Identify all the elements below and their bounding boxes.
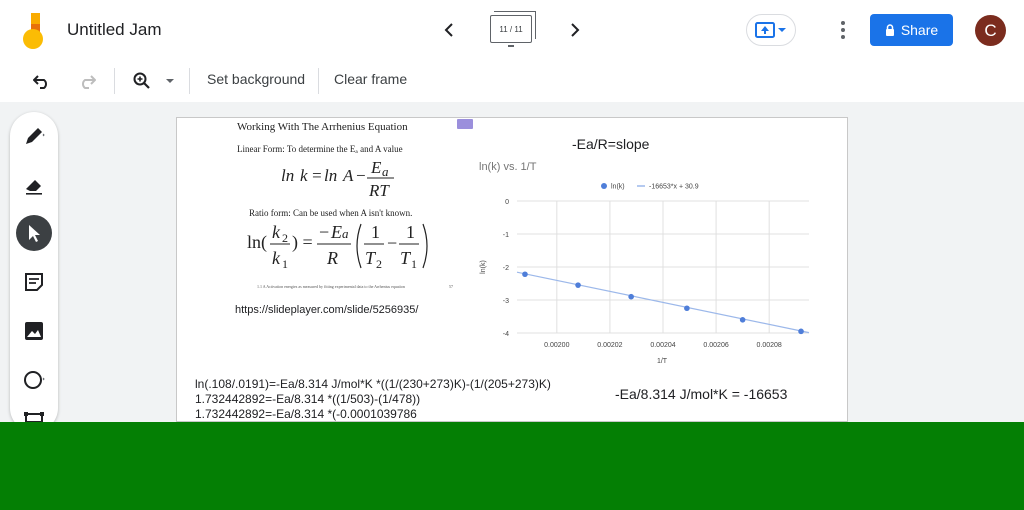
- image-icon[interactable]: [19, 316, 49, 346]
- chart-x-tick-label: 0.00206: [703, 342, 728, 349]
- chart-point: [522, 271, 528, 278]
- clear-frame-button[interactable]: Clear frame: [334, 71, 407, 87]
- svg-text:E: E: [370, 158, 382, 177]
- set-background-button[interactable]: Set background: [207, 71, 305, 87]
- chart-legend-label: ln(k): [611, 184, 625, 191]
- linear-equation: ln k = ln A − Ea RT: [281, 158, 401, 204]
- chevron-left-icon[interactable]: [437, 18, 461, 42]
- calc-line-2[interactable]: 1.732442892=-Ea/8.314 *((1/503)-(1/478)): [195, 392, 420, 406]
- svg-text:a: a: [342, 226, 349, 241]
- present-icon: [755, 22, 775, 38]
- selection-tag[interactable]: [457, 119, 473, 129]
- jam-frame[interactable]: Working With The Arrhenius Equation Line…: [176, 117, 848, 422]
- toolbar-divider: [189, 68, 190, 94]
- chart-y-tick-label: -3: [503, 298, 509, 305]
- toolbar-divider: [114, 68, 115, 94]
- frame-indicator: [508, 45, 514, 47]
- chart-y-tick-label: -1: [503, 232, 509, 239]
- calc-line-1[interactable]: ln(.108/.0191)=-Ea/8.314 J/mol*K *((1/(2…: [195, 377, 551, 391]
- chart-x-tick-label: 0.00202: [597, 342, 622, 349]
- svg-text:k: k: [272, 248, 281, 268]
- chart-title: ln(k) vs. 1/T: [479, 161, 537, 173]
- avatar[interactable]: C: [975, 15, 1006, 46]
- chart-legend-label: -16653*x + 30.9: [649, 184, 699, 191]
- svg-text:k: k: [272, 222, 281, 242]
- screenshot-heading: Working With The Arrhenius Equation: [237, 121, 408, 133]
- svg-text:1: 1: [411, 257, 417, 271]
- eraser-icon[interactable]: [19, 170, 49, 200]
- share-label: Share: [900, 22, 939, 38]
- tool-palette: [10, 112, 58, 432]
- chart-x-tick-label: 0.00208: [757, 342, 782, 349]
- svg-text:R: R: [326, 248, 338, 268]
- chart-point: [739, 317, 746, 323]
- text-box-icon[interactable]: [19, 408, 49, 422]
- chart-x-tick-label: 0.00200: [544, 342, 569, 349]
- share-button[interactable]: Share: [870, 14, 953, 46]
- svg-text:2: 2: [282, 231, 288, 245]
- svg-text:) =: ) =: [292, 232, 313, 253]
- svg-text:ln(: ln(: [247, 232, 267, 253]
- app-title[interactable]: Untitled Jam: [67, 20, 161, 40]
- svg-text:k: k: [300, 166, 308, 185]
- svg-text:−: −: [387, 233, 397, 253]
- frames-icon[interactable]: 11 / 11: [490, 11, 536, 43]
- sticky-note-icon[interactable]: [19, 267, 49, 297]
- linear-form-text: Linear Form: To determine the Eₐ and A v…: [237, 144, 403, 154]
- svg-text:1: 1: [282, 257, 288, 271]
- svg-text:=: =: [311, 166, 322, 185]
- svg-text:−: −: [319, 222, 329, 242]
- toolbar: Set background Clear frame: [0, 60, 1024, 103]
- svg-text:E: E: [330, 222, 342, 242]
- svg-text:2: 2: [376, 257, 382, 271]
- svg-text:a: a: [382, 164, 389, 179]
- chevron-right-icon[interactable]: [563, 18, 587, 42]
- source-url[interactable]: https://slideplayer.com/slide/5256935/: [235, 304, 418, 316]
- green-overlay: [0, 422, 1024, 510]
- redo-icon[interactable]: [75, 69, 99, 93]
- svg-text:ln: ln: [281, 166, 294, 185]
- slope-note[interactable]: -Ea/R=slope: [572, 136, 649, 152]
- toolbar-divider: [318, 68, 319, 94]
- chart-y-tick-label: -2: [503, 265, 509, 272]
- pen-icon[interactable]: [19, 121, 49, 151]
- pasted-screenshot[interactable]: Working With The Arrhenius Equation Line…: [177, 118, 467, 298]
- svg-text:A: A: [342, 166, 354, 185]
- calc-line-3[interactable]: 1.732442892=-Ea/8.314 *(-0.0001039786: [195, 407, 417, 421]
- svg-text:1: 1: [406, 222, 415, 242]
- present-button[interactable]: [746, 14, 796, 46]
- chart-x-tick-label: 0.00204: [650, 342, 675, 349]
- chart-y-axis-label: ln(k): [480, 260, 487, 274]
- screenshot-page-number: 57: [449, 284, 453, 289]
- caret-down-icon: [778, 28, 786, 32]
- chart-point: [628, 293, 634, 300]
- chart-point: [684, 305, 690, 312]
- caret-down-icon[interactable]: [160, 69, 180, 93]
- more-vert-icon[interactable]: [836, 18, 850, 42]
- lock-icon: [885, 24, 894, 36]
- chart-legend-marker: [601, 183, 607, 189]
- ratio-equation: ln( k2 k1 ) = − Ea R 1 T2 − 1 T1: [247, 218, 437, 274]
- chart-y-tick-label: -4: [503, 331, 509, 338]
- ratio-form-text: Ratio form: Can be used when A isn't kno…: [249, 208, 413, 218]
- frame-counter: 11 / 11: [499, 24, 523, 34]
- slope-equation[interactable]: -Ea/8.314 J/mol*K = -16653: [615, 386, 787, 402]
- chart-point: [798, 328, 804, 335]
- svg-text:1: 1: [371, 222, 380, 242]
- svg-text:RT: RT: [368, 181, 390, 200]
- undo-icon[interactable]: [30, 69, 54, 93]
- zoom-icon[interactable]: [130, 69, 154, 93]
- top-bar: Untitled Jam 11 / 11 Share C: [0, 0, 1024, 60]
- svg-text:−: −: [355, 166, 366, 185]
- chart-point: [575, 282, 581, 288]
- screenshot-caption: 1.1 A Activation energies as measured by…: [257, 284, 405, 289]
- jamboard-logo-icon[interactable]: [22, 13, 48, 49]
- arrhenius-chart[interactable]: 0 -1 -2 -3 -4 0.00200 0.00202 0.00204 0.00206 0.0…: [477, 174, 817, 364]
- chart-y-tick-label: 0: [505, 199, 509, 206]
- chart-x-axis-label: 1/T: [657, 358, 668, 364]
- circle-icon[interactable]: [19, 365, 49, 395]
- svg-text:ln: ln: [324, 166, 337, 185]
- select-icon[interactable]: [16, 215, 52, 251]
